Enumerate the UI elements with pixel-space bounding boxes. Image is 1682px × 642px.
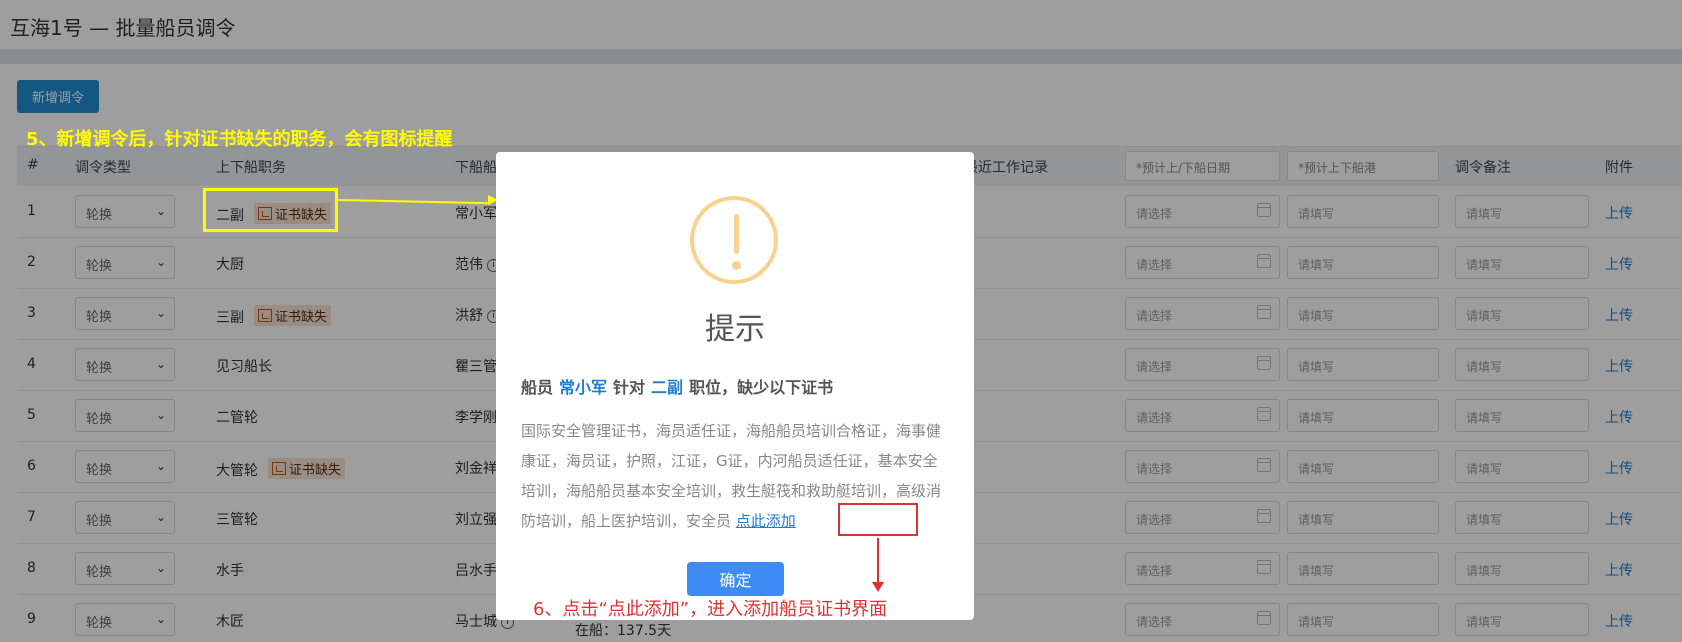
- arrow-red-line: [877, 538, 879, 584]
- add-cert-link[interactable]: 点此添加: [736, 512, 796, 530]
- cert-missing-modal: 提示 船员 常小军 针对 二副 职位，缺少以下证书 国际安全管理证书，海员适任证，海船船…: [496, 152, 974, 620]
- modal-title: 提示: [705, 312, 765, 347]
- confirm-button[interactable]: 确定: [687, 562, 784, 596]
- heading-suffix: 职位，缺少以下证书: [689, 378, 834, 397]
- modal-heading: 船员 常小军 针对 二副 职位，缺少以下证书: [521, 374, 833, 398]
- warning-icon: [690, 196, 778, 284]
- arrow-red-head: [872, 582, 884, 592]
- highlight-box-yellow: [203, 188, 338, 232]
- position-name: 二副: [651, 378, 684, 397]
- highlight-box-red: [838, 503, 918, 536]
- heading-prefix: 船员: [521, 378, 554, 397]
- crew-name: 常小军: [559, 378, 608, 397]
- annotation-step6: 6、点击“点此添加”，进入添加船员证书界面: [533, 599, 888, 620]
- heading-mid: 针对: [613, 378, 646, 397]
- annotation-step5: 5、新增调令后，针对证书缺失的职务，会有图标提醒: [26, 129, 453, 150]
